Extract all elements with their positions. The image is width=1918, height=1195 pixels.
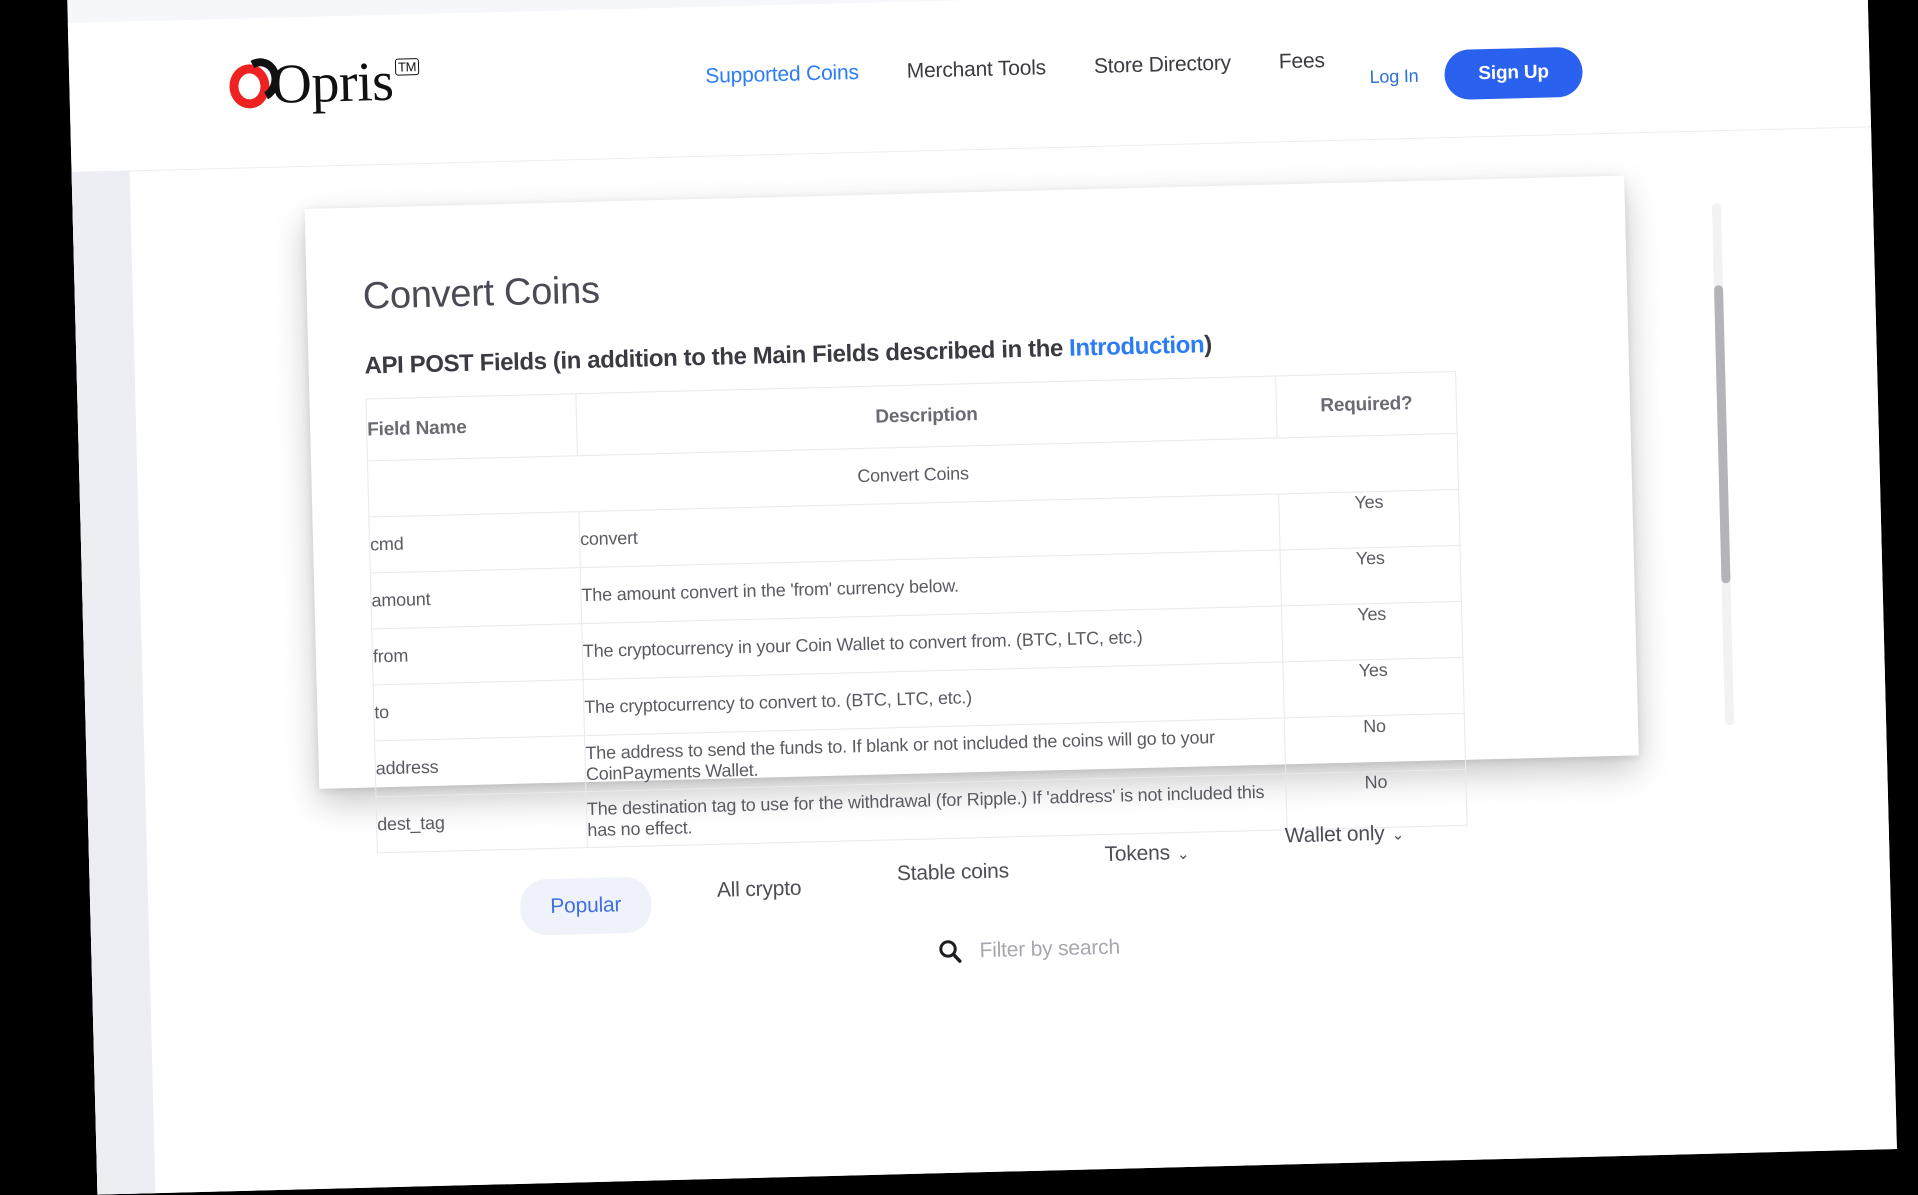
trademark-mark: TM <box>395 58 420 76</box>
nav-item-fees[interactable]: Fees <box>1279 49 1325 74</box>
cell-field-name: cmd <box>369 512 580 573</box>
cell-required: No <box>1284 713 1465 774</box>
cell-field-name: from <box>372 624 583 685</box>
api-fields-table: Field Name Description Required? Convert… <box>365 371 1467 853</box>
chevron-down-icon: ⌄ <box>1177 845 1190 863</box>
cell-required: Yes <box>1279 489 1460 550</box>
page-title: Convert Coins <box>362 245 1571 319</box>
tab-popular[interactable]: Popular <box>520 876 652 935</box>
main-navigation: Supported Coins Merchant Tools Store Dir… <box>705 49 1325 89</box>
subtitle-text-after: ) <box>1204 331 1212 358</box>
page-body: Convert Coins API POST Fields (in additi… <box>72 127 1897 1194</box>
chevron-down-icon: ⌄ <box>1391 825 1404 843</box>
search-box[interactable] <box>935 929 1280 968</box>
browser-page: Opris TM Supported Coins Merchant Tools … <box>67 0 1897 1195</box>
screenshot-stage: Opris TM Supported Coins Merchant Tools … <box>0 0 1918 1188</box>
nav-item-merchant-tools[interactable]: Merchant Tools <box>906 56 1046 84</box>
tab-wallet-only-label: Wallet only <box>1285 822 1385 848</box>
tab-all-crypto[interactable]: All crypto <box>686 860 832 920</box>
introduction-link[interactable]: Introduction <box>1069 331 1205 361</box>
brand-logo[interactable]: Opris TM <box>227 50 421 129</box>
nav-item-supported-coins[interactable]: Supported Coins <box>705 61 859 89</box>
tab-tokens-label: Tokens <box>1104 841 1170 866</box>
vertical-scrollbar[interactable] <box>1712 203 1734 725</box>
cell-field-name: address <box>375 736 586 797</box>
search-input[interactable] <box>979 932 1280 964</box>
tab-stable-coins[interactable]: Stable coins <box>866 843 1039 903</box>
filter-tab-list: Popular All crypto Stable coins Tokens⌄ … <box>519 839 1435 918</box>
nav-item-store-directory[interactable]: Store Directory <box>1094 52 1232 79</box>
tab-popular-label: Popular <box>550 893 622 918</box>
log-in-link[interactable]: Log In <box>1369 65 1418 87</box>
cell-field-name: amount <box>370 568 581 629</box>
column-header-field-name: Field Name <box>366 394 578 461</box>
sign-up-button[interactable]: Sign Up <box>1444 47 1584 100</box>
logo-o-icon <box>227 54 279 119</box>
tab-tokens[interactable]: Tokens ⌄ <box>1074 824 1220 884</box>
cell-required: Yes <box>1283 657 1464 718</box>
tab-wallet-only[interactable]: Wallet only ⌄ <box>1254 805 1434 866</box>
cell-field-name: dest_tag <box>376 792 587 853</box>
brand-name: Opris <box>271 51 394 116</box>
left-rail <box>72 171 156 1194</box>
search-icon <box>935 937 966 968</box>
cell-field-name: to <box>373 680 584 741</box>
auth-actions: Log In Sign Up <box>1369 47 1583 102</box>
subtitle-text-before: API POST Fields (in addition to the Main… <box>364 335 1069 380</box>
cell-required: Yes <box>1281 601 1462 662</box>
tab-all-crypto-label: All crypto <box>717 877 802 902</box>
cell-required: Yes <box>1280 545 1461 606</box>
scrollbar-thumb[interactable] <box>1714 285 1731 583</box>
column-header-required: Required? <box>1276 371 1458 438</box>
coin-filters: Popular All crypto Stable coins Tokens⌄ … <box>519 827 1522 972</box>
tab-stable-coins-label: Stable coins <box>897 859 1010 885</box>
api-doc-card: Convert Coins API POST Fields (in additi… <box>305 176 1639 789</box>
